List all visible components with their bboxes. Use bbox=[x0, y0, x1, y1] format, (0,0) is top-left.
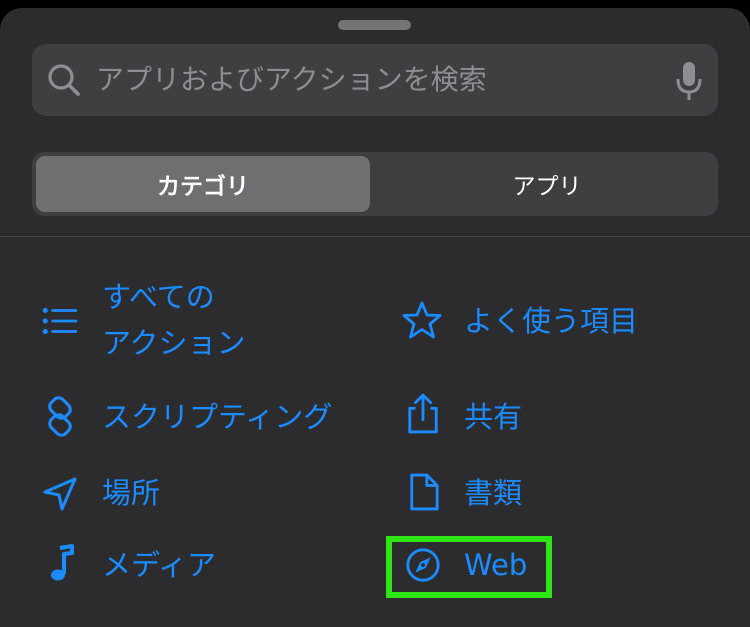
category-favorites[interactable]: よく使う項目 bbox=[402, 296, 702, 346]
category-label: アクション bbox=[102, 326, 246, 360]
sheet-grabber[interactable] bbox=[338, 20, 411, 30]
category-sharing[interactable]: 共有 bbox=[402, 392, 702, 442]
category-label: 場所 bbox=[102, 476, 161, 510]
category-label: 共有 bbox=[464, 400, 523, 434]
star-icon bbox=[402, 301, 442, 339]
search-icon bbox=[48, 64, 80, 96]
list-icon bbox=[42, 307, 78, 335]
search-placeholder: アプリおよびアクションを検索 bbox=[96, 63, 487, 96]
share-icon bbox=[408, 393, 438, 434]
category-label: メディア bbox=[102, 548, 216, 582]
music-note-icon bbox=[51, 544, 74, 581]
tab-apps[interactable]: アプリ bbox=[380, 156, 714, 212]
search-field[interactable]: アプリおよびアクションを検索 bbox=[32, 44, 718, 116]
category-label: スクリプティング bbox=[102, 400, 333, 434]
category-documents[interactable]: 書類 bbox=[402, 468, 702, 518]
shortcut-sheet: アプリおよびアクションを検索 カテゴリ アプリ すべての アクション スクリプテ… bbox=[0, 8, 750, 627]
selection-highlight bbox=[386, 536, 552, 598]
category-all-actions[interactable]: すべての アクション bbox=[40, 272, 340, 372]
microphone-icon[interactable] bbox=[674, 60, 704, 102]
category-location[interactable]: 場所 bbox=[40, 468, 340, 518]
scripting-icon bbox=[48, 396, 72, 437]
document-icon bbox=[410, 473, 439, 511]
category-label: すべての bbox=[102, 280, 215, 314]
category-label: 書類 bbox=[464, 476, 523, 510]
category-scripting[interactable]: スクリプティング bbox=[40, 392, 360, 442]
location-arrow-icon bbox=[43, 477, 77, 511]
tab-categories[interactable]: カテゴリ bbox=[36, 156, 370, 212]
category-media[interactable]: メディア bbox=[40, 540, 340, 590]
category-label: よく使う項目 bbox=[464, 304, 639, 338]
category-segmented-control: カテゴリ アプリ bbox=[32, 152, 718, 216]
divider bbox=[0, 236, 750, 237]
